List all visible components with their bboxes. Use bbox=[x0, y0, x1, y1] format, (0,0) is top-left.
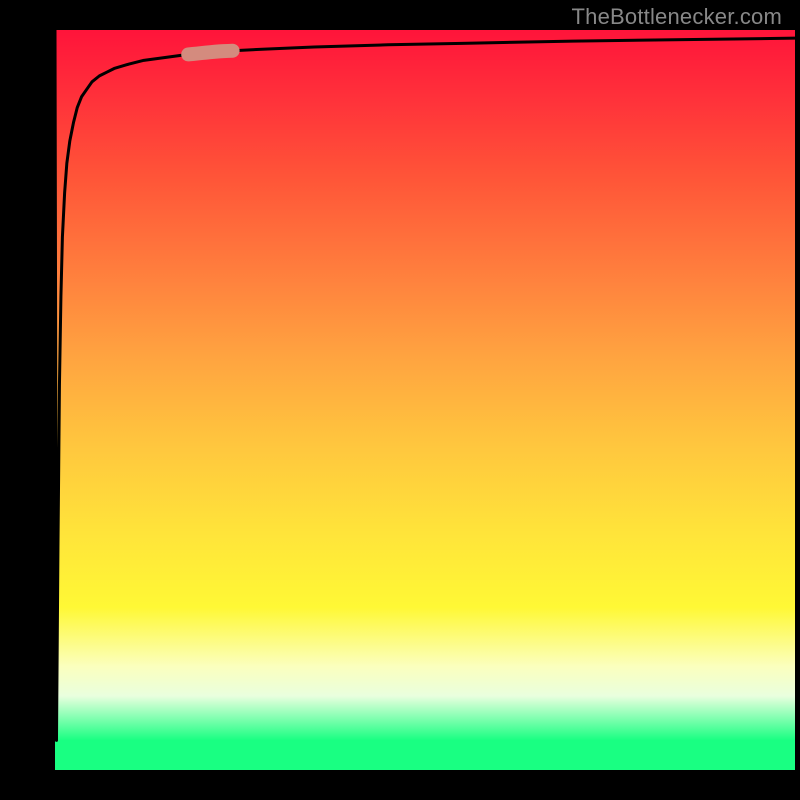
attribution-text: TheBottlenecker.com bbox=[572, 4, 782, 30]
curve-highlight-segment bbox=[188, 51, 232, 55]
data-curve bbox=[55, 30, 795, 740]
curve-svg bbox=[55, 30, 795, 770]
chart-plot-area bbox=[55, 30, 795, 770]
